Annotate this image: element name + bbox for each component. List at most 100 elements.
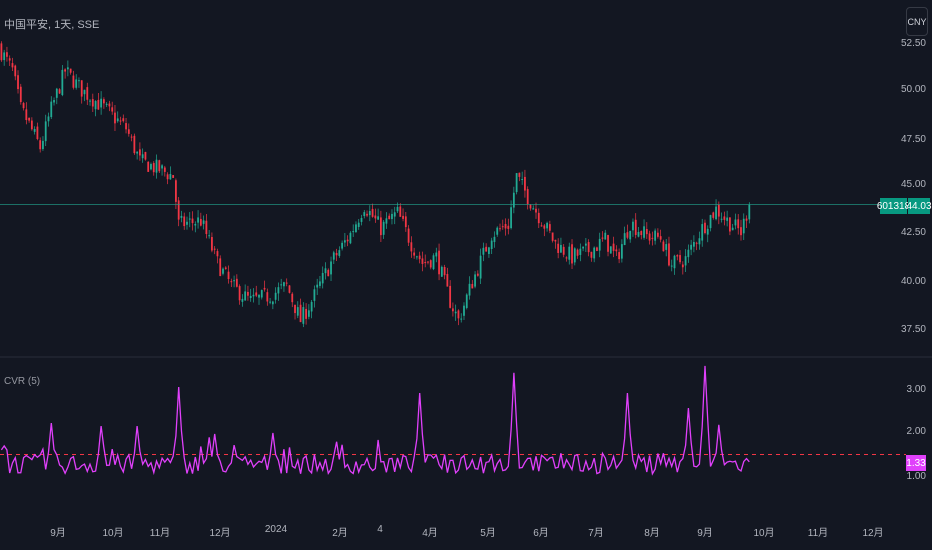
candle-body <box>742 218 745 234</box>
candle-body <box>590 251 593 258</box>
candle-body <box>349 232 352 244</box>
candle-body <box>271 301 274 305</box>
currency-button[interactable]: CNY <box>906 7 928 36</box>
candle-body <box>169 173 172 180</box>
candle-body <box>454 311 457 314</box>
candle-body <box>42 140 44 150</box>
candle-body <box>14 65 17 77</box>
candle-body <box>579 248 582 255</box>
time-tick: 5月 <box>480 528 496 539</box>
candle-body <box>476 273 479 276</box>
candle-body <box>440 266 443 277</box>
candle-body <box>100 98 103 108</box>
candle-body <box>493 236 496 243</box>
candle-body <box>139 149 141 156</box>
candle-body <box>130 136 133 138</box>
candle-body <box>460 318 463 320</box>
candle-body <box>283 282 285 287</box>
price-tick: 37.50 <box>900 324 926 335</box>
candle-body <box>670 265 673 267</box>
candle-body <box>288 285 291 293</box>
candle-body <box>305 308 307 319</box>
candle-body <box>521 178 524 180</box>
candle-body <box>665 244 668 250</box>
candle-body <box>202 220 205 224</box>
candle-body <box>429 260 432 268</box>
candle-body <box>163 167 166 172</box>
candle-body <box>194 223 197 226</box>
price-tick: 47.50 <box>900 134 926 145</box>
candle-body <box>726 217 729 221</box>
candle-body <box>709 215 712 229</box>
candle-body <box>191 218 194 224</box>
candle-body <box>618 252 621 260</box>
candle-body <box>543 225 546 229</box>
price-tick: 45.00 <box>900 179 926 190</box>
candle-body <box>183 216 186 227</box>
candle-body <box>155 159 158 173</box>
candle-body <box>91 99 94 107</box>
time-tick: 4月 <box>422 528 438 539</box>
candle-body <box>313 289 316 301</box>
candle-body <box>366 213 368 216</box>
candle-body <box>560 244 562 253</box>
candle-body <box>573 248 576 263</box>
candle-body <box>0 43 3 61</box>
candle-body <box>78 80 80 82</box>
candle-body <box>33 129 36 132</box>
candle-body <box>535 208 537 213</box>
candle-body <box>382 221 385 235</box>
candle-body <box>368 211 371 216</box>
candle-body <box>224 267 227 269</box>
candle-body <box>540 225 543 227</box>
time-tick: 2024 <box>264 524 288 535</box>
candle-body <box>8 58 11 61</box>
candle-body <box>626 232 629 238</box>
candle-body <box>280 284 283 286</box>
candle-body <box>584 243 587 246</box>
candle-body <box>105 103 108 105</box>
candle-body <box>712 212 715 218</box>
candle-body <box>515 173 518 193</box>
candle-body <box>377 216 380 220</box>
candle-body <box>230 281 233 283</box>
candle-body <box>97 99 100 110</box>
candle-body <box>587 242 590 253</box>
candle-body <box>510 207 512 229</box>
indicator-tick: 2.00 <box>906 426 926 437</box>
candles <box>0 41 751 328</box>
candle-body <box>537 212 540 224</box>
candle-body <box>648 233 651 241</box>
candle-body <box>324 268 327 274</box>
candle-body <box>161 165 163 169</box>
candle-body <box>80 80 83 97</box>
candle-body <box>294 304 296 314</box>
candle-body <box>457 310 460 319</box>
candle-body <box>640 231 643 236</box>
candle-body <box>274 292 277 300</box>
candle-body <box>609 246 612 254</box>
candle-body <box>471 283 474 289</box>
candle-body <box>532 208 535 210</box>
candle-body <box>501 226 504 228</box>
candle-body <box>629 230 632 240</box>
candle-body <box>55 88 58 98</box>
candle-body <box>734 219 737 226</box>
candle-body <box>524 176 526 191</box>
candle-body <box>166 174 169 180</box>
candle-body <box>158 160 161 172</box>
candle-body <box>53 100 55 103</box>
candle-body <box>565 257 568 259</box>
candle-body <box>720 218 723 220</box>
candle-body <box>291 293 294 303</box>
candle-body <box>17 75 19 90</box>
candle-body <box>704 222 706 234</box>
indicator-tick: 1.00 <box>906 471 926 482</box>
candle-body <box>346 239 349 242</box>
candle-body <box>119 120 122 122</box>
candle-body <box>379 217 382 236</box>
chart-canvas[interactable] <box>0 0 932 550</box>
candle-body <box>393 212 396 217</box>
candle-body <box>327 269 330 277</box>
candle-body <box>233 280 235 282</box>
